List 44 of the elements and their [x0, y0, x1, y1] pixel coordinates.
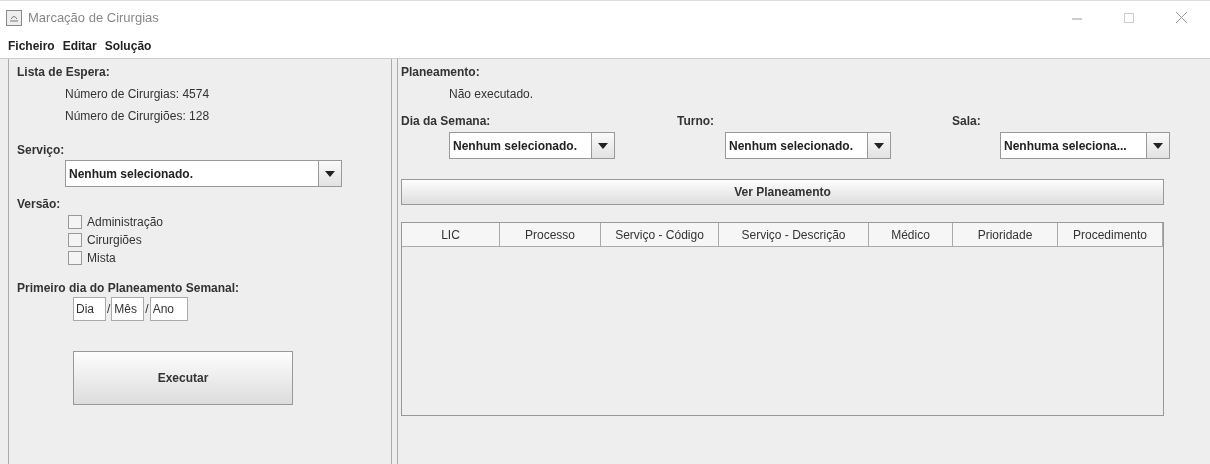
field-label: Dia da Semana: — [401, 114, 492, 128]
checkbox[interactable] — [68, 215, 82, 229]
date-field[interactable]: Ano — [149, 297, 188, 321]
checkbox[interactable] — [68, 233, 82, 247]
date-field[interactable]: Mês — [111, 297, 145, 321]
section-heading: Planeamento: — [401, 65, 481, 79]
app-icon — [6, 9, 22, 26]
dropdown[interactable]: Nenhum selecionado. — [65, 160, 342, 187]
menu-item[interactable]: Editar — [58, 39, 101, 53]
column-header[interactable]: Procedimento — [1058, 223, 1163, 247]
section-heading: Lista de Espera: — [17, 65, 111, 79]
view-planning-button[interactable]: Ver Planeamento — [401, 179, 1164, 205]
section-heading: Versão: — [17, 197, 62, 211]
column-header[interactable]: Serviço - Descrição — [719, 223, 869, 247]
dropdown[interactable]: Nenhum selecionado. — [449, 132, 615, 159]
dropdown-arrow-icon — [598, 142, 608, 149]
field-label: Serviço: — [17, 143, 66, 157]
dropdown[interactable]: Nenhum selecionado. — [725, 132, 891, 159]
column-header[interactable]: LIC — [402, 223, 500, 247]
dropdown-arrow-icon — [874, 142, 884, 149]
status-text: Não executado. — [448, 87, 535, 101]
menu-item[interactable]: Solução — [100, 39, 156, 53]
column-header[interactable]: Processo — [500, 223, 601, 247]
separator-text: / — [145, 302, 149, 316]
column-header[interactable]: Serviço - Código — [601, 223, 719, 247]
checkbox-label[interactable]: Mista — [87, 251, 116, 265]
menu-item[interactable]: Ficheiro — [4, 39, 59, 53]
run-button[interactable]: Executar — [73, 351, 293, 405]
window-title: Marcação de Cirurgias — [28, 10, 160, 25]
field-label: Primeiro dia do Planeamento Semanal: — [17, 281, 241, 295]
dropdown[interactable]: Nenhuma seleciona... — [1000, 132, 1170, 159]
checkbox-label[interactable]: Cirurgiões — [87, 233, 142, 247]
field-label: Sala: — [952, 114, 982, 128]
checkbox-label[interactable]: Administração — [87, 215, 164, 229]
info-text: Número de Cirurgias: 4574 — [64, 87, 211, 101]
column-header[interactable]: Médico — [869, 223, 953, 247]
dropdown-arrow-icon — [1153, 142, 1163, 149]
field-label: Turno: — [677, 114, 716, 128]
info-text: Número de Cirurgiões: 128 — [64, 109, 211, 123]
column-header[interactable]: Prioridade — [953, 223, 1058, 247]
dropdown-arrow-icon — [325, 170, 335, 177]
separator-text: / — [107, 302, 111, 316]
date-field[interactable]: Dia — [73, 297, 106, 321]
checkbox[interactable] — [68, 251, 82, 265]
